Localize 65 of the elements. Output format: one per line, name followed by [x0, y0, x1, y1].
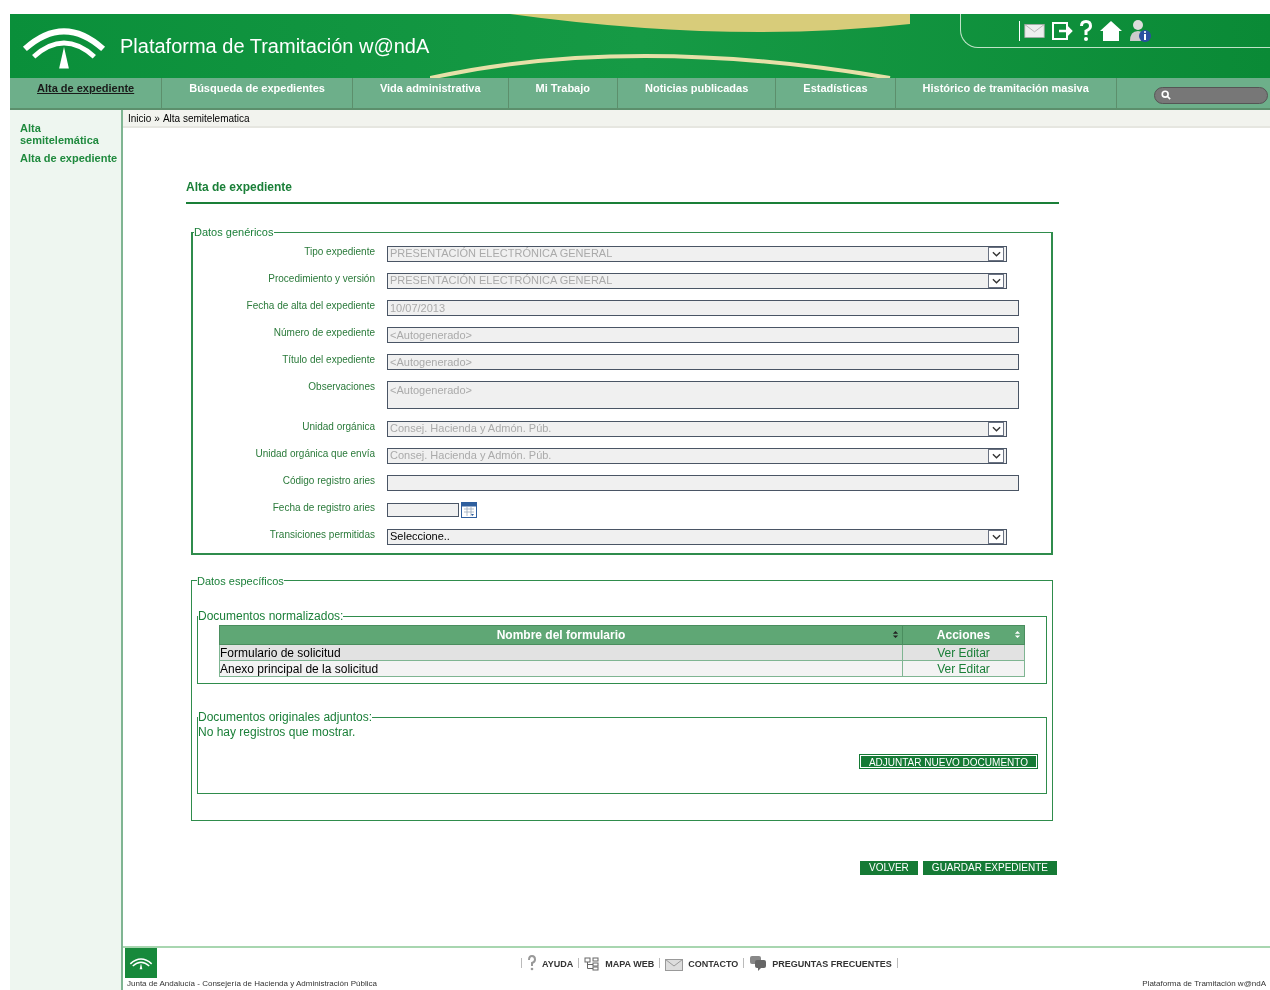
search-icon	[1161, 90, 1171, 100]
breadcrumb-item: Alta semitelematica	[162, 111, 250, 126]
action-button[interactable]: GUARDAR EXPEDIENTE	[922, 861, 1057, 875]
nav-tab[interactable]: Vida administrativa	[352, 78, 509, 108]
sitemap-icon	[584, 957, 601, 971]
page-title: Alta de expediente	[186, 178, 1059, 204]
sidebar-item[interactable]: Alta semitelemática	[20, 122, 121, 146]
table-cell: Anexo principal de la solicitud	[219, 660, 903, 677]
field-label: Código registro aries	[281, 473, 376, 488]
field-label: Unidad orgánica que envía	[254, 446, 376, 461]
action-link[interactable]: Ver	[937, 645, 956, 660]
field-label: Observaciones	[307, 379, 376, 394]
nav-tab[interactable]: Histórico de tramitación masiva	[895, 78, 1117, 108]
nav-tab[interactable]: Alta de expediente	[10, 78, 163, 108]
breadcrumb-item[interactable]: Inicio	[128, 110, 152, 126]
sort-icon	[1014, 630, 1021, 639]
panel-legend: Documentos originales adjuntos:	[198, 708, 373, 726]
help-icon	[527, 955, 537, 971]
sidebar-item[interactable]: Alta de expediente	[20, 152, 121, 164]
footer-text: Plataforma de Tramitación w@ndA	[1142, 978, 1267, 990]
field-label: Fecha de alta del expediente	[245, 298, 376, 313]
action-link[interactable]: Editar	[958, 645, 990, 660]
field-label: Unidad orgánica	[301, 419, 376, 434]
field-label: Título del expediente	[281, 352, 376, 367]
mail-icon[interactable]	[1019, 20, 1045, 41]
breadcrumb-separator: »	[154, 111, 160, 126]
field-label: Número de expediente	[272, 325, 376, 340]
column-header[interactable]: Acciones	[902, 625, 1025, 645]
nav-tab[interactable]: Estadísticas	[776, 78, 896, 108]
app-title: Plataforma de Tramitación w@ndA	[120, 34, 430, 59]
panel-legend: Datos genéricos	[194, 224, 274, 241]
nav-tab[interactable]: Noticias publicadas	[618, 78, 777, 108]
search-field[interactable]	[1154, 86, 1268, 104]
help-icon[interactable]	[1079, 19, 1093, 42]
footer-link[interactable]: PREGUNTAS FRECUENTES	[772, 957, 892, 971]
column-header[interactable]: Nombre del formulario	[219, 625, 903, 645]
footer-link[interactable]: MAPA WEB	[605, 957, 655, 971]
dropdown-field[interactable]: Seleccione..	[387, 528, 1007, 545]
speech-bubbles-icon	[749, 955, 768, 971]
field-label: Tipo expediente	[303, 244, 376, 259]
table-cell: Formulario de solicitud	[219, 644, 903, 661]
footer-link[interactable]: AYUDA	[542, 957, 574, 971]
action-link[interactable]: Ver	[937, 661, 956, 676]
panel-legend: Documentos normalizados:	[198, 607, 344, 625]
field-label: Procedimiento y versión	[267, 271, 376, 286]
attach-document-button[interactable]: ADJUNTAR NUEVO DOCUMENTO	[859, 755, 1037, 768]
sort-icon	[892, 630, 899, 639]
field-label: Transiciones permitidas	[268, 527, 376, 542]
footer-link[interactable]: CONTACTO	[688, 957, 739, 971]
input-field[interactable]	[387, 474, 1019, 491]
user-info-icon[interactable]	[1129, 18, 1151, 43]
panel-legend: Datos específicos	[197, 572, 284, 589]
footer-text: Junta de Andalucía - Consejería de Hacienda y Administración Pública	[127, 978, 377, 990]
nav-tab[interactable]: Búsqueda de expedientes	[162, 78, 353, 108]
logo-icon	[129, 956, 153, 970]
field-label: Fecha de registro aries	[271, 500, 376, 515]
calendar-icon[interactable]	[461, 501, 477, 518]
envelope-icon	[665, 959, 684, 971]
home-icon[interactable]	[1099, 19, 1123, 42]
logout-icon[interactable]	[1051, 20, 1073, 41]
action-link[interactable]: Editar	[958, 661, 990, 676]
action-button[interactable]: VOLVER	[860, 861, 918, 875]
date-field[interactable]	[387, 502, 459, 517]
empty-message: No hay registros que mostrar.	[198, 726, 357, 739]
nav-tab[interactable]: Mi Trabajo	[508, 78, 618, 108]
